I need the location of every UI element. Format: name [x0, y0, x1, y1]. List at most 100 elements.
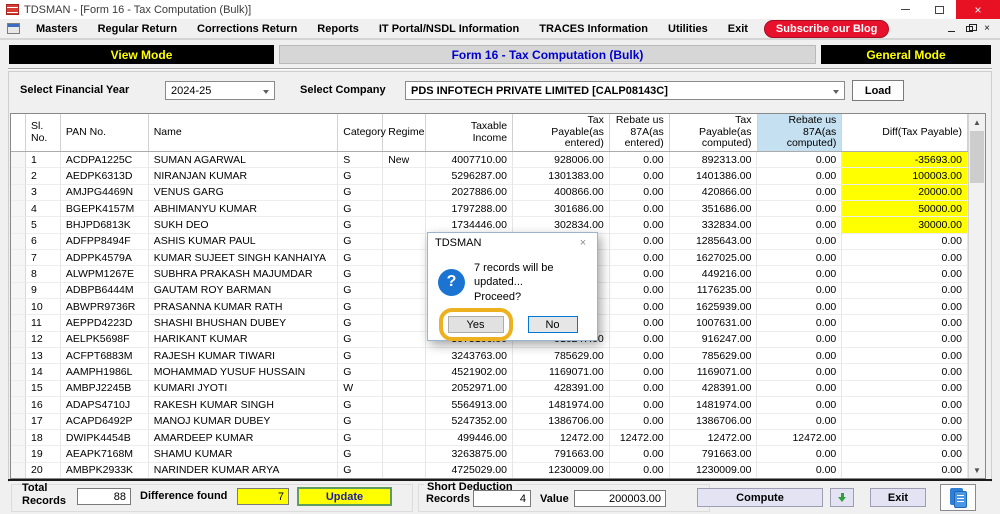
scroll-down-icon[interactable]: ▼ — [969, 462, 985, 478]
row-selector[interactable] — [11, 184, 26, 202]
company-label: Select Company — [300, 84, 386, 96]
row-selector[interactable] — [11, 380, 26, 398]
child-close-icon[interactable]: × — [984, 23, 990, 34]
row-selector[interactable] — [11, 152, 26, 169]
row-selector[interactable] — [11, 282, 26, 300]
records-field[interactable]: 4 — [473, 490, 531, 507]
compute-button[interactable]: Compute — [697, 488, 823, 507]
cell: 892313.00 — [669, 152, 758, 169]
cell: VENUS GARG — [148, 184, 339, 202]
cell: 0.00 — [842, 233, 968, 251]
table-row[interactable]: 19 AEAPK7168M SHAMU KUMAR G 3263875.00 791663… — [11, 446, 968, 463]
row-selector[interactable] — [11, 217, 26, 234]
cell — [383, 282, 427, 300]
cell: 17 — [25, 413, 61, 430]
close-button[interactable]: × — [956, 0, 1000, 19]
row-selector[interactable] — [11, 446, 26, 463]
yes-button[interactable]: Yes — [447, 316, 504, 333]
cell: 3263875.00 — [426, 446, 513, 463]
table-row[interactable]: 3 AMJPG4469N VENUS GARG G 2027886.00 400866.0… — [11, 184, 968, 202]
form-icon[interactable] — [7, 23, 20, 34]
row-selector[interactable] — [11, 397, 26, 414]
row-selector[interactable] — [11, 266, 26, 283]
cell: 420866.00 — [669, 184, 758, 202]
column-header-8: Tax Payable(as computed) — [670, 114, 758, 151]
difference-found-field[interactable]: 7 — [237, 488, 289, 505]
cell — [383, 413, 427, 430]
row-selector[interactable] — [11, 233, 26, 251]
menu-item-traces-information[interactable]: TRACES Information — [529, 23, 658, 35]
dialog-close-icon[interactable]: × — [569, 233, 597, 253]
menu-item-corrections-return[interactable]: Corrections Return — [187, 23, 307, 35]
table-row[interactable]: 2 AEDPK6313D NIRANJAN KUMAR G 5296287.00 1301… — [11, 168, 968, 185]
exit-button[interactable]: Exit — [870, 488, 926, 507]
child-minimize-icon[interactable] — [948, 31, 956, 32]
row-selector[interactable] — [11, 250, 26, 267]
table-row[interactable]: 16 ADAPS4710J RAKESH KUMAR SINGH G 5564913.0… — [11, 397, 968, 414]
cell: -35693.00 — [842, 152, 968, 169]
row-selector[interactable] — [11, 201, 26, 218]
table-row[interactable]: 14 AAMPH1986L MOHAMMAD YUSUF HUSSAIN G 45219… — [11, 364, 968, 381]
menu-item-it-portal-nsdl-information[interactable]: IT Portal/NSDL Information — [369, 23, 529, 35]
cell: 0.00 — [757, 348, 843, 365]
move-down-button[interactable] — [830, 488, 854, 507]
table-row[interactable]: 20 AMBPK2933K NARINDER KUMAR ARYA G 4725029.… — [11, 462, 968, 478]
dialog-message-line1: 7 records will be updated... — [474, 262, 554, 289]
cell: NARINDER KUMAR ARYA — [148, 462, 339, 478]
menu-item-regular-return[interactable]: Regular Return — [88, 23, 187, 35]
cell: 30000.00 — [842, 217, 968, 234]
cell: AMBPK2933K — [60, 462, 149, 478]
table-row[interactable]: 17 ACAPD6492P MANOJ KUMAR DUBEY G 5247352.00… — [11, 413, 968, 430]
company-select[interactable]: PDS INFOTECH PRIVATE LIMITED [CALP08143C… — [405, 81, 845, 100]
cell: 785629.00 — [512, 348, 610, 365]
maximize-button[interactable] — [922, 0, 956, 19]
scrollbar-thumb[interactable] — [970, 131, 984, 183]
dialog-title-bar: TDSMAN × — [428, 233, 597, 253]
cell: 1007631.00 — [669, 315, 758, 332]
cell: 0.00 — [609, 266, 670, 283]
minimize-button[interactable] — [888, 0, 922, 19]
row-selector[interactable] — [11, 429, 26, 447]
menu-item-masters[interactable]: Masters — [26, 23, 88, 35]
table-row[interactable]: 13 ACFPT6883M RAJESH KUMAR TIWARI G 3243763.… — [11, 348, 968, 365]
green-arrow-down-icon — [838, 493, 846, 502]
table-row[interactable]: 1 ACDPA1225C SUMAN AGARWAL S New 4007710.00 92… — [11, 152, 968, 169]
table-row[interactable]: 15 AMBPJ2245B KUMARI JYOTI W 2052971.00 42839… — [11, 380, 968, 398]
load-button[interactable]: Load — [852, 80, 904, 101]
row-selector[interactable] — [11, 168, 26, 185]
row-selector[interactable] — [11, 413, 26, 430]
row-selector[interactable] — [11, 348, 26, 365]
general-mode-toggle[interactable]: General Mode — [821, 45, 991, 64]
cell: 16 — [25, 397, 61, 414]
cell: G — [338, 462, 384, 478]
cell: 1481974.00 — [512, 397, 610, 414]
menu-item-exit[interactable]: Exit — [718, 23, 758, 35]
row-selector[interactable] — [11, 364, 26, 381]
row-selector[interactable] — [11, 299, 26, 316]
subscribe-blog-button[interactable]: Subscribe our Blog — [763, 19, 890, 38]
row-selector[interactable] — [11, 315, 26, 332]
cell: 0.00 — [842, 348, 968, 365]
update-button[interactable]: Update — [297, 487, 392, 506]
cell: 3243763.00 — [426, 348, 513, 365]
menu-item-reports[interactable]: Reports — [307, 23, 369, 35]
cell: AEPPD4223D — [60, 315, 149, 332]
value-field[interactable]: 200003.00 — [574, 490, 666, 507]
financial-year-select[interactable]: 2024-25 — [165, 81, 275, 100]
child-restore-icon[interactable] — [966, 23, 978, 32]
copy-records-button[interactable] — [940, 484, 976, 511]
view-mode-toggle[interactable]: View Mode — [9, 45, 274, 64]
cell: 9 — [25, 282, 61, 300]
vertical-scrollbar[interactable]: ▲ ▼ — [968, 114, 985, 478]
row-selector[interactable] — [11, 462, 26, 478]
total-records-field[interactable]: 88 — [77, 488, 131, 505]
table-row[interactable]: 18 DWIPK4454B AMARDEEP KUMAR G 499446.00 1247… — [11, 429, 968, 447]
menu-item-utilities[interactable]: Utilities — [658, 23, 718, 35]
cell: AMBPJ2245B — [60, 380, 149, 398]
table-row[interactable]: 4 BGEPK4157M ABHIMANYU KUMAR G 1797288.00 301… — [11, 201, 968, 218]
total-records-label: Total Records — [22, 482, 67, 507]
no-button[interactable]: No — [527, 316, 578, 333]
scroll-up-icon[interactable]: ▲ — [969, 114, 985, 130]
cell: MOHAMMAD YUSUF HUSSAIN — [148, 364, 339, 381]
row-selector[interactable] — [11, 331, 26, 349]
